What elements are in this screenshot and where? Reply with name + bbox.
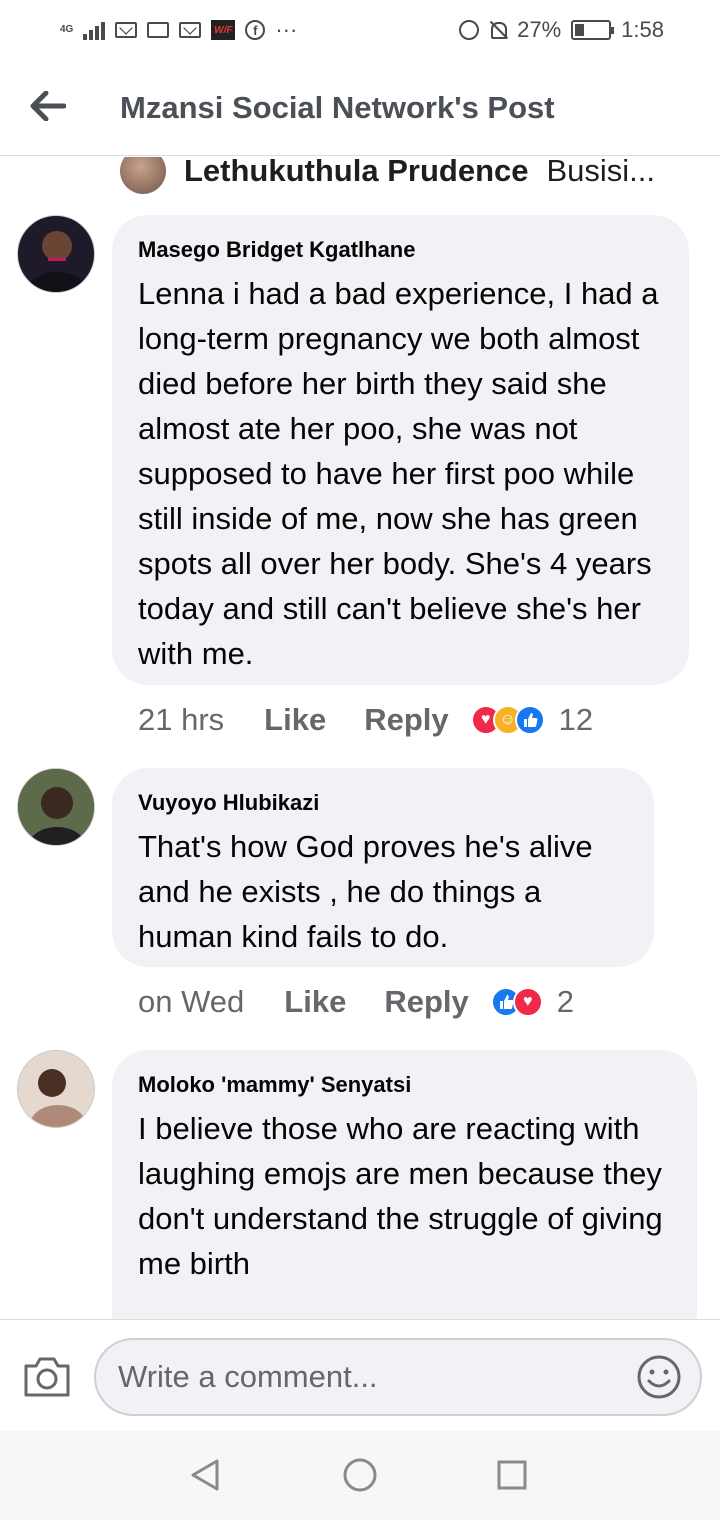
comment-actions: on Wed Like Reply ♥ 2 [138,982,574,1022]
network-type: 4G [60,24,74,35]
app-notification-icon: W/F [211,20,236,40]
avatar[interactable] [17,768,95,846]
comment-input[interactable] [94,1338,702,1416]
back-arrow-icon[interactable] [28,86,68,126]
alarm-icon [459,20,480,40]
system-navigation-bar [0,1431,720,1520]
status-right: 27% 1:58 [459,17,664,43]
reactions[interactable]: ♥ ☺ [470,705,545,735]
reply-button[interactable]: Reply [364,702,448,738]
page-title: Mzansi Social Network's Post [120,90,555,125]
heart-icon: ♥ [512,987,543,1017]
battery-fill [575,24,585,36]
comment-author[interactable]: Lethukuthula Prudence [184,157,528,189]
nav-recents-icon[interactable] [494,1457,530,1493]
gmail-icon [179,22,202,38]
comment-time[interactable]: 21 hrs [138,702,224,738]
battery-icon [571,20,615,40]
comment-author[interactable]: Masego Bridget Kgatlhane [138,235,663,265]
status-bar: 4G W/F f ··· 27% 1:58 [0,0,720,60]
like-icon [514,705,545,735]
like-button[interactable]: Like [284,984,346,1020]
status-left: 4G W/F f ··· [60,17,297,43]
comments-feed[interactable]: Lethukuthula Prudence Busisi... Masego B… [0,157,720,1319]
comment-time[interactable]: on Wed [138,984,244,1020]
facebook-icon: f [245,20,266,40]
header: Mzansi Social Network's Post [0,60,720,156]
mute-icon [489,20,508,40]
camera-icon[interactable] [22,1356,72,1398]
reactions[interactable]: ♥ [490,987,543,1017]
like-button[interactable]: Like [264,702,326,738]
reaction-count[interactable]: 12 [559,702,593,738]
comment-snippet: Busisi... [546,157,656,188]
nav-back-icon[interactable] [187,1457,223,1493]
avatar[interactable] [17,1050,95,1128]
partial-comment[interactable]: Lethukuthula Prudence Busisi... [120,157,655,195]
emoji-icon[interactable] [636,1354,682,1400]
comment-text: Lenna i had a bad experience, I had a lo… [138,276,659,671]
comment-bubble[interactable]: Masego Bridget Kgatlhane Lenna i had a b… [112,215,689,685]
comment-author[interactable]: Moloko 'mammy' Senyatsi [138,1070,671,1100]
comment-composer [0,1319,720,1431]
battery-percent: 27% [517,17,562,42]
signal-icon [83,20,106,40]
comment-author[interactable]: Vuyoyo Hlubikazi [138,788,628,818]
reply-button[interactable]: Reply [384,984,468,1020]
clock: 1:58 [621,17,664,42]
comment-bubble[interactable]: Moloko 'mammy' Senyatsi I believe those … [112,1050,697,1319]
comment-text: That's how God proves he's alive and he … [138,829,593,954]
avatar[interactable] [17,215,95,293]
nav-home-icon[interactable] [342,1457,378,1493]
comment-text: I believe those who are reacting with la… [138,1111,663,1281]
message-icon [147,22,170,38]
mail-icon [115,22,138,38]
comment-bubble[interactable]: Vuyoyo Hlubikazi That's how God proves h… [112,768,654,967]
more-notifications-icon: ··· [275,17,298,42]
comment-actions: 21 hrs Like Reply ♥ ☺ 12 [138,700,593,740]
avatar[interactable] [120,157,166,194]
reaction-count[interactable]: 2 [557,984,574,1020]
